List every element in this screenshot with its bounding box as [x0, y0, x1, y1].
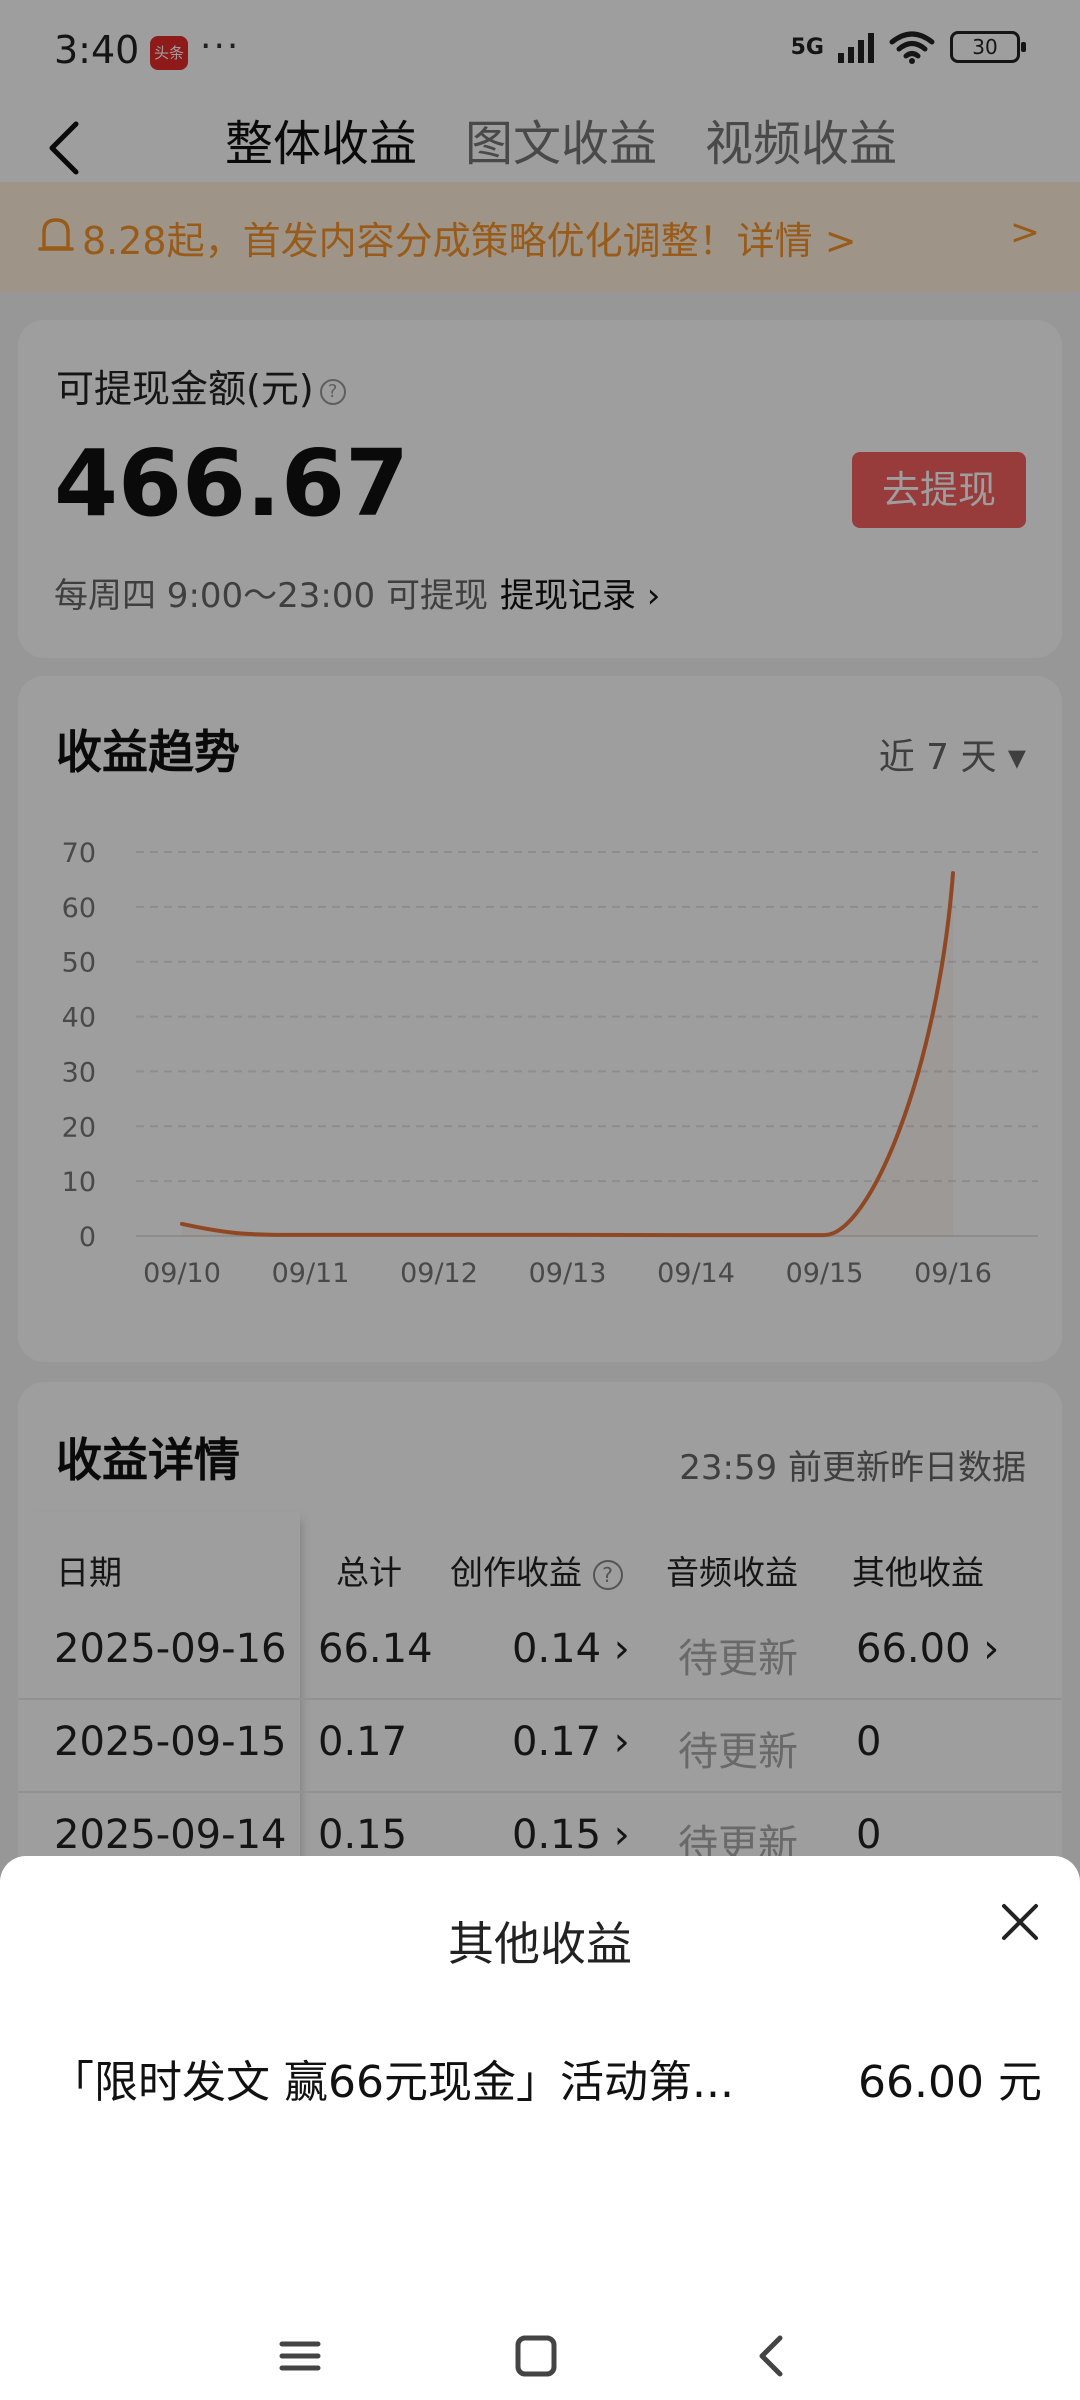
other-earnings-sheet: 其他收益 「限时发文 赢66元现金」活动第... 66.00 元 — [0, 1856, 1080, 2400]
home-icon[interactable] — [506, 2326, 566, 2386]
sheet-title: 其他收益 — [448, 1917, 632, 1971]
close-icon[interactable] — [998, 1900, 1042, 1944]
system-nav-bar — [0, 2326, 1080, 2400]
menu-icon[interactable] — [270, 2326, 330, 2386]
back-icon[interactable] — [742, 2326, 802, 2386]
other-earnings-item-label[interactable]: 「限时发文 赢66元现金」活动第... — [50, 2046, 734, 2110]
other-earnings-item-value: 66.00 元 — [858, 2057, 1042, 2108]
